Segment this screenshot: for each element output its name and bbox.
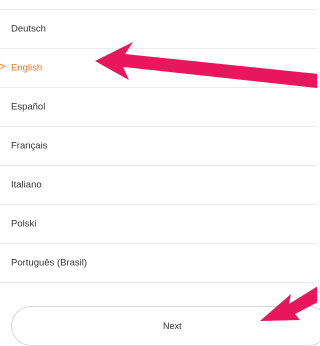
language-item-deutsch[interactable]: Deutsch xyxy=(0,10,317,49)
language-item-portugues-brasil[interactable]: Português (Brasil) xyxy=(0,244,317,283)
language-label: Polski xyxy=(11,218,37,230)
language-label: Español xyxy=(11,101,46,113)
language-item-espanol[interactable]: Español xyxy=(0,88,317,127)
language-label: Français xyxy=(11,140,48,152)
chevron-right-icon: > xyxy=(0,61,6,74)
language-label: Italiano xyxy=(11,179,42,191)
language-label: Português (Brasil) xyxy=(11,257,88,269)
list-top-divider xyxy=(0,0,317,10)
language-item-italiano[interactable]: Italiano xyxy=(0,166,317,205)
language-label: English xyxy=(11,62,43,74)
next-button[interactable]: Next xyxy=(11,306,320,346)
language-item-polski[interactable]: Polski xyxy=(0,205,317,244)
language-label: Deutsch xyxy=(11,23,46,35)
language-item-english[interactable]: > English xyxy=(0,49,317,88)
next-button-label: Next xyxy=(163,321,182,331)
language-item-francais[interactable]: Français xyxy=(0,127,317,166)
